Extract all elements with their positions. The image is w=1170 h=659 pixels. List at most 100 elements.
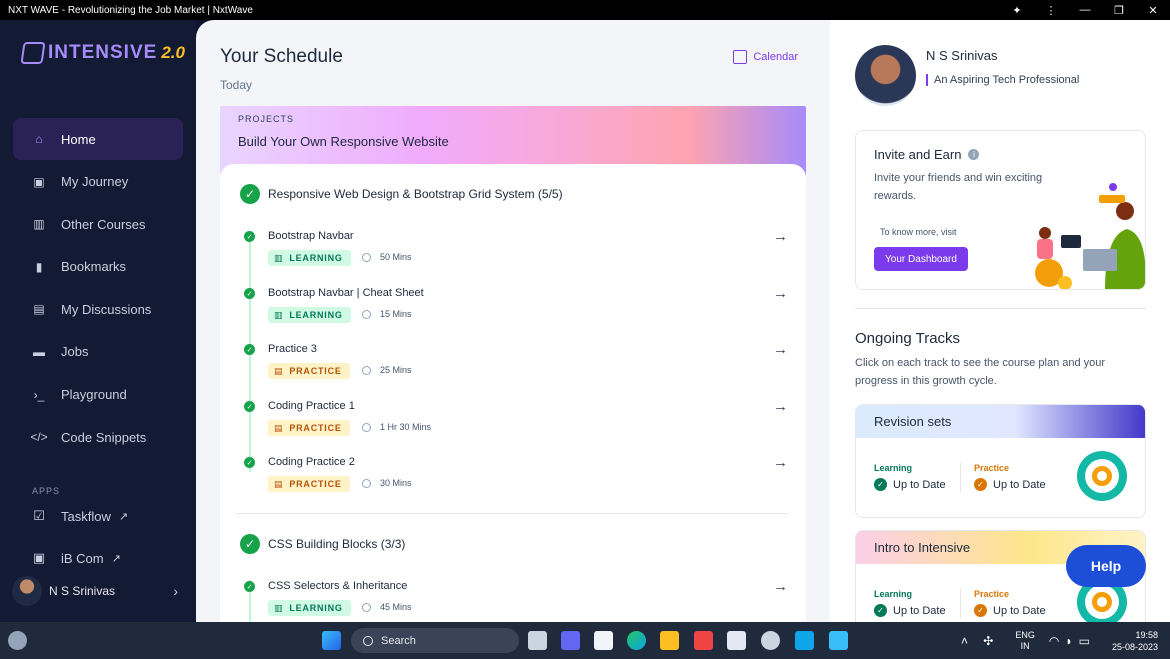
taskbar-clock[interactable]: 19:58 25-08-2023: [1112, 629, 1158, 653]
check-circle-icon: ✓: [240, 184, 260, 204]
briefcase-icon: ▬: [33, 344, 45, 359]
clock-icon: [362, 309, 371, 319]
sidebar-item-label: Home: [61, 131, 96, 147]
more-menu-icon[interactable]: ⋮: [1034, 4, 1068, 17]
calendar-label: Calendar: [753, 51, 798, 63]
arrow-right-icon[interactable]: →: [773, 228, 788, 245]
dashboard-button[interactable]: Your Dashboard: [874, 247, 968, 271]
extensions-icon[interactable]: ✦: [1000, 4, 1034, 17]
task-view-icon[interactable]: [528, 631, 547, 650]
logo[interactable]: INTENSIVE 2.0: [20, 42, 185, 64]
check-circle-icon: ✓: [974, 478, 987, 491]
check-circle-icon: ✓: [974, 604, 987, 617]
sidebar-item-my-discussions[interactable]: ▤ My Discussions: [13, 288, 183, 330]
arrow-right-icon[interactable]: →: [773, 578, 788, 595]
lesson-title: Coding Practice 1: [268, 400, 355, 412]
windows-start-icon[interactable]: [322, 631, 341, 650]
language-indicator[interactable]: ENG IN: [1015, 630, 1035, 652]
ongoing-tracks-description: Click on each track to see the course pl…: [855, 357, 1106, 387]
lesson-duration: 50 Mins: [362, 252, 412, 262]
os-taskbar: Search ˄ ✣ ENG IN ◠◗▭ 19:58 25-08-2023: [0, 622, 1170, 659]
sidebar-item-label: Bookmarks: [61, 259, 127, 275]
section-header[interactable]: ✓ CSS Building Blocks (3/3): [240, 534, 405, 554]
edge-browser-icon[interactable]: [627, 631, 646, 650]
practice-tag: ▤ PRACTICE: [268, 420, 350, 436]
taskbar-search[interactable]: Search: [351, 628, 519, 653]
section-header[interactable]: ✓ Responsive Web Design & Bootstrap Grid…: [240, 184, 563, 204]
sidebar-item-other-courses[interactable]: ▥ Other Courses: [13, 203, 183, 245]
help-button[interactable]: Help: [1066, 545, 1146, 587]
app-item-taskflow[interactable]: ☑ Taskflow ↗: [31, 508, 128, 524]
terminal-icon: ›_: [33, 387, 45, 402]
vscode-icon[interactable]: [795, 631, 814, 650]
window-title: NXT WAVE - Revolutionizing the Job Marke…: [8, 4, 253, 16]
invite-illustration-icon: [1035, 183, 1145, 289]
sidebar: INTENSIVE 2.0 ⌂ Home ▣ My Journey ▥ Othe…: [0, 20, 196, 622]
sidebar-item-jobs[interactable]: ▬ Jobs: [13, 331, 183, 373]
maximize-button[interactable]: ❐: [1102, 4, 1136, 17]
sidebar-item-label: Jobs: [61, 344, 89, 360]
divider: [960, 463, 961, 493]
sidebar-item-bookmarks[interactable]: ▮ Bookmarks: [13, 246, 183, 288]
sidebar-item-playground[interactable]: ›_ Playground: [13, 374, 183, 416]
sidebar-item-my-journey[interactable]: ▣ My Journey: [13, 161, 183, 203]
minimize-button[interactable]: —: [1068, 4, 1102, 16]
arrow-right-icon[interactable]: →: [773, 454, 788, 471]
section-title: CSS Building Blocks (3/3): [268, 537, 406, 551]
lesson-title: CSS Selectors & Inheritance: [268, 580, 408, 592]
info-icon[interactable]: i: [968, 149, 980, 160]
lesson-duration: 30 Mins: [362, 478, 412, 488]
section-title: Responsive Web Design & Bootstrap Grid S…: [268, 187, 563, 201]
project-title: Build Your Own Responsive Website: [238, 134, 449, 149]
avatar[interactable]: [855, 45, 916, 106]
lesson-item[interactable]: ✓ Bootstrap Navbar | Cheat Sheet → ▥ LEAR…: [244, 283, 794, 333]
lesson-item[interactable]: ✓ CSS Selectors & Inheritance → ▥ LEARNIN…: [244, 576, 794, 622]
section-divider: [236, 513, 788, 514]
sidebar-item-home[interactable]: ⌂ Home: [13, 118, 183, 160]
lesson-duration: 1 Hr 30 Mins: [362, 422, 431, 432]
right-panel: N S Srinivas An Aspiring Tech Profession…: [830, 20, 1170, 644]
check-icon: ✓: [244, 288, 255, 299]
lesson-item[interactable]: ✓ Bootstrap Navbar → ▥ LEARNING 50 Mins: [244, 226, 794, 276]
page-subtitle: Today: [220, 78, 253, 92]
check-icon: ✓: [244, 344, 255, 355]
search-icon: [363, 635, 373, 646]
youtube-icon[interactable]: [694, 631, 713, 650]
book-icon: ▥: [33, 217, 45, 232]
nxt-app-icon[interactable]: [594, 631, 613, 650]
network-volume-battery-icon[interactable]: ◠◗▭: [1049, 634, 1096, 648]
external-link-icon: ↗: [118, 510, 129, 523]
file-explorer-icon[interactable]: [660, 631, 679, 650]
notepad-icon[interactable]: [829, 631, 848, 650]
close-button[interactable]: ✕: [1136, 4, 1170, 17]
lesson-title: Coding Practice 2: [268, 456, 355, 468]
tray-icons[interactable]: ˄ ✣: [961, 634, 999, 648]
arrow-right-icon[interactable]: →: [773, 398, 788, 415]
clock-icon: [362, 602, 371, 612]
arrow-right-icon[interactable]: →: [773, 341, 788, 358]
invite-know-more: To know more, visit: [880, 227, 957, 237]
store-icon[interactable]: [727, 631, 746, 650]
arrow-right-icon[interactable]: →: [773, 285, 788, 302]
sidebar-item-code-snippets[interactable]: </> Code Snippets: [13, 416, 183, 458]
chrome-browser-icon[interactable]: [761, 631, 780, 650]
track-card-revision-sets[interactable]: Revision sets Learning ✓ Up to Date Pract…: [855, 404, 1146, 518]
clipboard-icon: ▤: [274, 478, 284, 489]
lesson-title: Practice 3: [268, 343, 317, 355]
calendar-link[interactable]: Calendar: [733, 50, 798, 64]
app-item-ib-com[interactable]: ▣ iB Com ↗: [31, 550, 121, 566]
lesson-item[interactable]: ✓ Coding Practice 2 → ▤ PRACTICE 30 Mins: [244, 452, 794, 502]
track-learning-status: Learning ✓ Up to Date: [874, 463, 946, 491]
avatar: [12, 576, 42, 606]
weather-icon[interactable]: [8, 631, 27, 650]
logo-version: 2.0: [161, 43, 185, 62]
track-title: Revision sets: [856, 405, 1145, 438]
lesson-title: Bootstrap Navbar: [268, 230, 354, 242]
lesson-item[interactable]: ✓ Practice 3 → ▤ PRACTICE 25 Mins: [244, 339, 794, 389]
sidebar-user-profile[interactable]: N S Srinivas ›: [12, 576, 184, 606]
schedule-panel: Your Schedule Today Calendar PROJECTS Bu…: [196, 20, 830, 622]
teams-chat-icon[interactable]: [561, 631, 580, 650]
clock-icon: [362, 422, 371, 432]
sidebar-item-label: Other Courses: [61, 216, 146, 232]
lesson-item[interactable]: ✓ Coding Practice 1 → ▤ PRACTICE 1 Hr 30 …: [244, 396, 794, 446]
